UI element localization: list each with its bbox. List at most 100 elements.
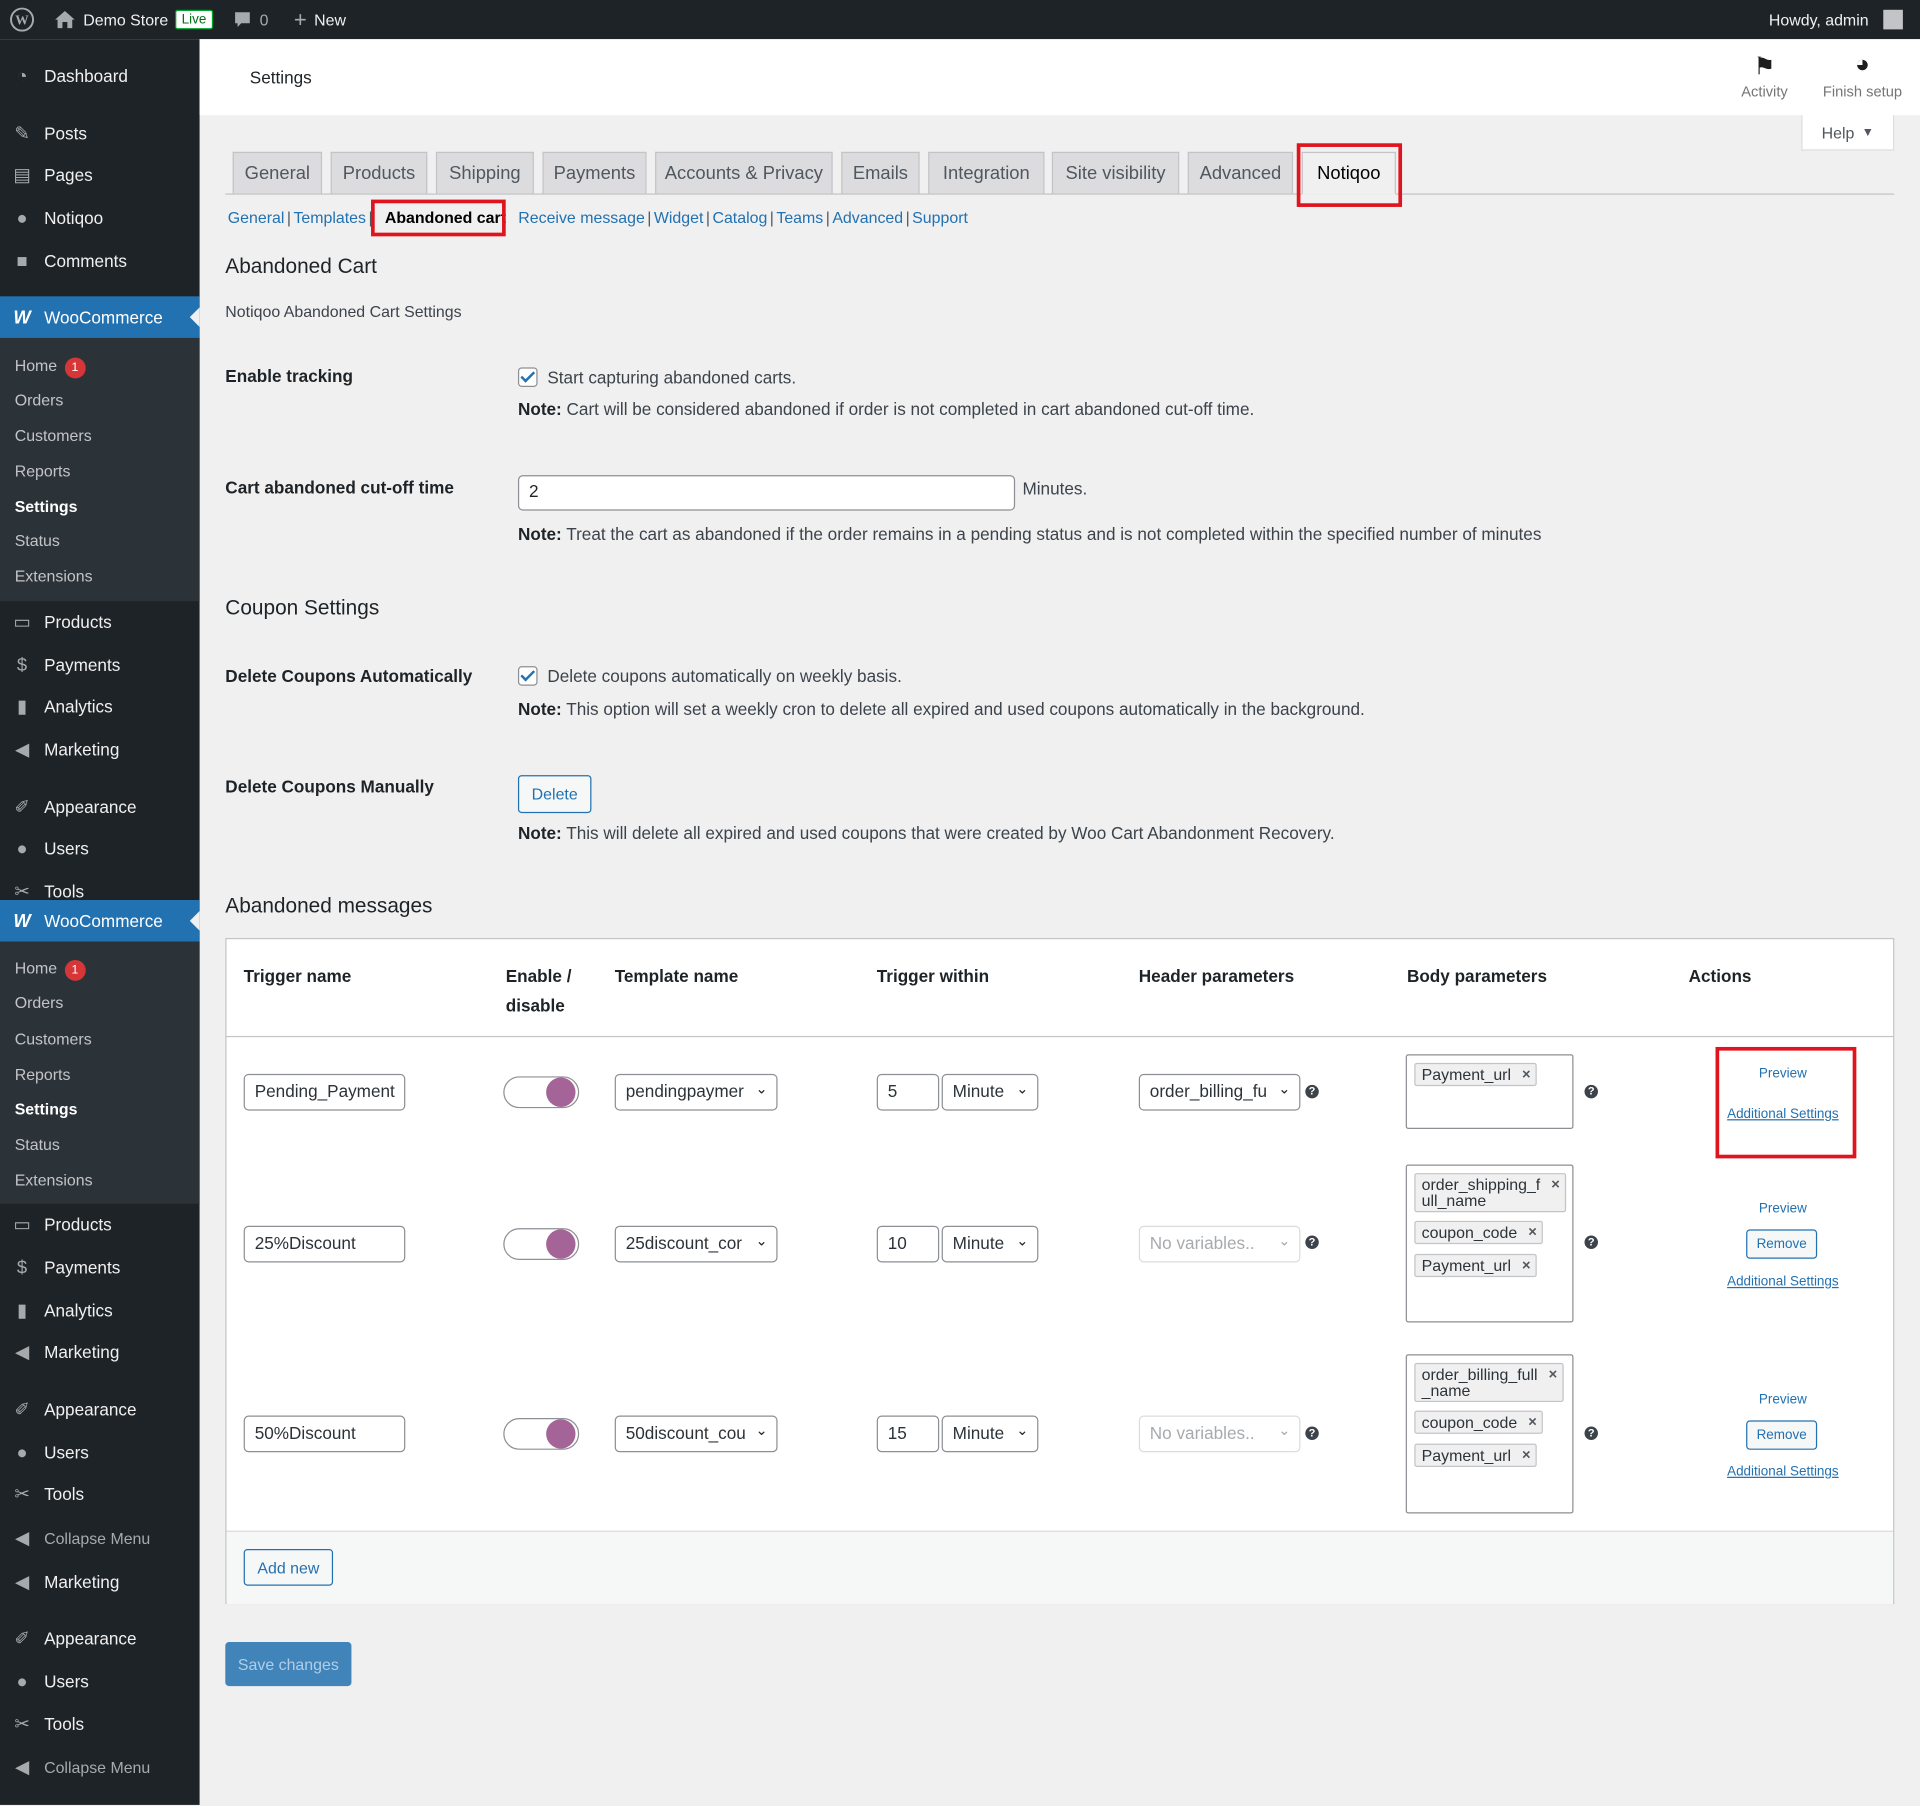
subtab-general[interactable]: General <box>228 208 285 226</box>
enable-toggle[interactable] <box>503 1417 580 1450</box>
tab-emails[interactable]: Emails <box>841 151 920 194</box>
tab-site-visibility[interactable]: Site visibility <box>1051 151 1180 194</box>
help-tip-icon[interactable]: ? <box>1305 1084 1319 1099</box>
subtab-support[interactable]: Support <box>912 208 968 226</box>
remove-chip-icon[interactable]: × <box>1528 1414 1537 1430</box>
site-name-link[interactable]: Demo Store Live <box>54 0 213 39</box>
menu-analytics[interactable]: ▮ Analytics <box>0 686 200 728</box>
submenu-extensions[interactable]: Extensions <box>15 1171 93 1189</box>
trigger-name-input[interactable]: 25%Discount <box>243 1225 406 1263</box>
subtab-teams[interactable]: Teams <box>776 208 823 226</box>
trigger-name-input[interactable]: 50%Discount <box>243 1415 406 1453</box>
submenu-extensions[interactable]: Extensions <box>15 567 93 585</box>
preview-link[interactable]: Preview <box>1734 1201 1832 1216</box>
template-select[interactable]: pendingpaymer ⌄ <box>614 1073 778 1111</box>
help-tip-icon[interactable]: ? <box>1305 1235 1319 1249</box>
submenu-customers[interactable]: Customers <box>15 1030 92 1048</box>
menu-users[interactable]: ● Users <box>0 828 200 870</box>
menu-users[interactable]: ● Users <box>0 1431 200 1473</box>
preview-link[interactable]: Preview <box>1734 1392 1832 1407</box>
remove-button[interactable]: Remove <box>1746 1420 1818 1450</box>
cutoff-input[interactable]: 2 <box>517 475 1016 511</box>
submenu-customers[interactable]: Customers <box>15 426 92 444</box>
enable-toggle[interactable] <box>503 1228 580 1261</box>
remove-chip-icon[interactable]: × <box>1522 1257 1531 1274</box>
submenu-settings[interactable]: Settings <box>15 497 78 515</box>
account-menu[interactable]: Howdy, admin <box>1769 0 1903 39</box>
submenu-reports[interactable]: Reports <box>15 1065 71 1083</box>
menu-marketing[interactable]: ◀ Marketing <box>0 1561 200 1603</box>
menu-appearance[interactable]: ✐ Appearance <box>0 1618 200 1660</box>
body-params-multiselect[interactable]: order_billing_full _name × coupon_code × P… <box>1405 1354 1574 1514</box>
submenu-status[interactable]: Status <box>15 1135 60 1153</box>
add-new-button[interactable]: Add new <box>243 1548 334 1586</box>
activity-button[interactable]: ⚑ Activity <box>1730 51 1799 101</box>
body-params-multiselect[interactable]: order_shipping_f ull_name × coupon_code × … <box>1405 1164 1574 1323</box>
remove-chip-icon[interactable]: × <box>1551 1176 1560 1193</box>
menu-dashboard[interactable]: ◔ Dashboard <box>0 55 200 97</box>
menu-notiqoo[interactable]: ● Notiqoo <box>0 197 200 239</box>
menu-appearance[interactable]: ✐ Appearance <box>0 786 200 828</box>
tab-general[interactable]: General <box>232 151 323 194</box>
submenu-orders[interactable]: Orders <box>15 993 64 1011</box>
submenu-settings[interactable]: Settings <box>15 1100 78 1118</box>
menu-products[interactable]: ▭ Products <box>0 1204 200 1246</box>
comments-link[interactable]: 0 <box>233 0 268 39</box>
subtab-widget[interactable]: Widget <box>654 208 704 226</box>
trigger-within-input[interactable]: 5 <box>876 1073 940 1111</box>
enable-toggle[interactable] <box>503 1076 580 1109</box>
menu-products[interactable]: ▭ Products <box>0 601 200 643</box>
subtab-catalog[interactable]: Catalog <box>712 208 767 226</box>
trigger-within-input[interactable]: 10 <box>876 1225 940 1263</box>
remove-chip-icon[interactable]: × <box>1528 1224 1537 1241</box>
time-unit-select[interactable]: Minute ⌄ <box>941 1073 1039 1111</box>
help-tip-icon[interactable]: ? <box>1584 1426 1598 1441</box>
submenu-status[interactable]: Status <box>15 531 60 549</box>
tab-products[interactable]: Products <box>330 151 428 194</box>
help-button[interactable]: Help ▼ <box>1801 115 1895 151</box>
menu-appearance[interactable]: ✐ Appearance <box>0 1389 200 1431</box>
remove-chip-icon[interactable]: × <box>1522 1447 1531 1463</box>
finish-setup-button[interactable]: ◕ Finish setup <box>1816 51 1909 100</box>
submenu-home[interactable]: Home 1 <box>15 959 86 981</box>
body-params-multiselect[interactable]: Payment_url × <box>1405 1054 1574 1129</box>
tab-shipping[interactable]: Shipping <box>435 151 534 194</box>
menu-tools[interactable]: ✂ Tools <box>0 1703 200 1745</box>
subtab-receive-message[interactable]: Receive message <box>518 208 645 226</box>
template-select[interactable]: 25discount_cor ⌄ <box>614 1225 778 1263</box>
menu-analytics[interactable]: ▮ Analytics <box>0 1289 200 1331</box>
new-content-link[interactable]: + New <box>294 0 346 39</box>
subtab-advanced[interactable]: Advanced <box>832 208 903 226</box>
remove-chip-icon[interactable]: × <box>1522 1066 1531 1083</box>
menu-payments[interactable]: $ Payments <box>0 644 200 686</box>
menu-marketing[interactable]: ◀ Marketing <box>0 729 200 771</box>
menu-payments[interactable]: $ Payments <box>0 1247 200 1289</box>
template-select[interactable]: 50discount_cou ⌄ <box>614 1415 778 1453</box>
menu-users[interactable]: ● Users <box>0 1660 200 1702</box>
tab-payments[interactable]: Payments <box>542 151 647 194</box>
menu-posts[interactable]: ✎ Posts <box>0 113 200 155</box>
tab-advanced[interactable]: Advanced <box>1187 151 1294 194</box>
collapse-menu[interactable]: ◀ Collapse Menu <box>0 1517 200 1559</box>
help-tip-icon[interactable]: ? <box>1584 1084 1598 1099</box>
tab-integration[interactable]: Integration <box>928 151 1045 194</box>
menu-comments[interactable]: ■ Comments <box>0 240 200 282</box>
trigger-name-input[interactable]: Pending_Payment <box>243 1073 406 1111</box>
submenu-home[interactable]: Home 1 <box>15 356 86 379</box>
delete-coupons-button[interactable]: Delete <box>517 775 592 814</box>
remove-chip-icon[interactable]: × <box>1549 1366 1558 1383</box>
additional-settings-link[interactable]: Additional Settings <box>1709 1275 1856 1290</box>
collapse-menu[interactable]: ◀ Collapse Menu <box>0 1746 200 1788</box>
menu-woocommerce-duplicate[interactable]: W WooCommerce <box>0 900 200 942</box>
time-unit-select[interactable]: Minute ⌄ <box>941 1415 1039 1453</box>
menu-tools[interactable]: ✂ Tools <box>0 1473 200 1515</box>
menu-pages[interactable]: ▤ Pages <box>0 154 200 196</box>
menu-woocommerce[interactable]: W WooCommerce <box>0 296 200 338</box>
enable-tracking-checkbox[interactable] <box>517 367 538 387</box>
time-unit-select[interactable]: Minute ⌄ <box>941 1225 1039 1263</box>
remove-button[interactable]: Remove <box>1746 1229 1818 1259</box>
header-param-select[interactable]: order_billing_fu ⌄ <box>1138 1073 1301 1111</box>
help-tip-icon[interactable]: ? <box>1584 1235 1598 1249</box>
submenu-orders[interactable]: Orders <box>15 391 64 409</box>
help-tip-icon[interactable]: ? <box>1305 1426 1319 1441</box>
